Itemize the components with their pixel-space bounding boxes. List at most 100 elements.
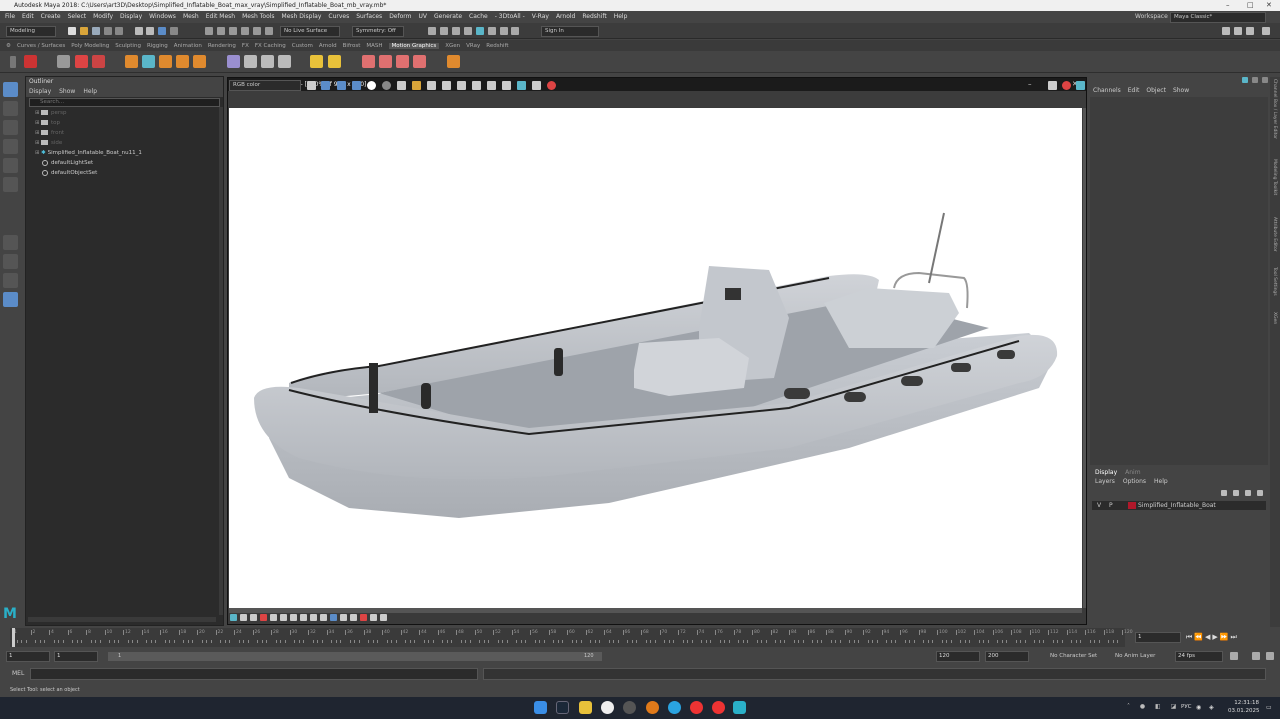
vfb-bottom-icon[interactable] [340,614,347,621]
shelf-tab-rendering[interactable]: Rendering [208,43,236,49]
cube-node-icon[interactable] [193,55,206,68]
vfb-stop-icon[interactable] [547,81,556,90]
vfb-bottom-icon[interactable] [310,614,317,621]
sign-in-button[interactable]: Sign In [541,26,599,37]
snap-point-icon[interactable] [229,27,237,35]
menu-modify[interactable]: Modify [93,13,113,20]
menu-uv[interactable]: UV [419,13,428,20]
list-icon[interactable] [57,55,70,68]
shelf-tab-custom[interactable]: Custom [292,43,313,49]
outliner-hscrollbar[interactable] [28,617,216,622]
anim-prefs-icon[interactable] [1266,652,1274,660]
vfb-region-icon[interactable] [472,81,481,90]
spring-icon[interactable] [278,55,291,68]
current-frame-field[interactable]: 1 [1135,632,1181,643]
brush-icon[interactable] [396,55,409,68]
layer-color-swatch[interactable] [1128,502,1136,509]
layer-visibility-toggle[interactable]: V [1097,501,1101,510]
vfb-save-image-icon[interactable] [397,81,406,90]
vfb-abort-icon[interactable] [1062,81,1071,90]
channelbox-menu-channels[interactable]: Channels [1093,87,1121,94]
scale-tool-icon[interactable] [3,177,18,192]
snap-surface-icon[interactable] [253,27,261,35]
notification-icon[interactable]: ▭ [1266,704,1272,711]
select-object-icon[interactable] [146,27,154,35]
outliner-menu-display[interactable]: Display [29,88,51,95]
unreal-icon[interactable] [601,701,614,714]
four-view-icon[interactable] [3,254,18,269]
channelbox-menu-edit[interactable]: Edit [1128,87,1140,94]
vfb-bottom-icon[interactable] [380,614,387,621]
layer-tab-display[interactable]: Display [1095,469,1117,476]
vfb-bottom-icon[interactable] [280,614,287,621]
maximize-icon[interactable]: □ [1247,0,1254,11]
playback-start-field[interactable]: 1 [54,651,98,662]
outliner-item[interactable]: ⊞✱ Simplified_Inflatable_Boat_nu11_1 [26,148,223,158]
vfb-bottom-icon[interactable] [320,614,327,621]
vfb-bottom-icon[interactable] [330,614,337,621]
undo-icon[interactable] [104,27,112,35]
side-tab-channel-box-layer-editor[interactable]: Channel Box / Layer Editor [1272,79,1277,139]
shelf-tab-arnold[interactable]: Arnold [319,43,337,49]
vfb-lens-effects-icon[interactable] [1048,81,1057,90]
menu-help[interactable]: Help [614,13,628,20]
menu-edit[interactable]: Edit [22,13,34,20]
side-tab-attribute-editor[interactable]: Attribute Editor [1272,217,1277,252]
render-canvas[interactable] [229,108,1082,608]
time-slider[interactable]: 1 2 4 6 8 10 12 14 16 18 20 22 24 26 28 30 32 34 36 38 40 42 4… [0,628,1280,647]
move-tool-icon[interactable] [3,139,18,154]
vfb-minimize-icon[interactable]: – [1028,78,1032,91]
menu-select[interactable]: Select [68,13,87,20]
curve-node-icon[interactable] [142,55,155,68]
menu-file[interactable]: File [5,13,15,20]
outliner-menu-show[interactable]: Show [59,88,75,95]
vfb-alpha-icon[interactable] [367,81,376,90]
deformer-icon[interactable] [227,55,240,68]
toggle-channel-box-icon[interactable] [1262,27,1270,35]
menu-create[interactable]: Create [41,13,61,20]
minimize-icon[interactable]: – [1226,0,1230,11]
side-tab-xgen[interactable]: XGen [1272,312,1277,324]
render-settings-icon[interactable] [464,27,472,35]
particle-icon[interactable] [362,55,375,68]
live-surface-field[interactable]: No Live Surface [280,26,340,37]
vfb-green-channel-icon[interactable] [337,81,346,90]
new-layer-selected-icon[interactable] [1257,490,1263,496]
vfb-bottom-icon[interactable] [240,614,247,621]
outliner-item[interactable]: defaultObjectSet [26,168,223,178]
shelf-tab-fx-caching[interactable]: FX Caching [255,43,286,49]
menu-curves[interactable]: Curves [328,13,349,20]
shelf-tab-animation[interactable]: Animation [174,43,202,49]
shelf-menu-icon[interactable] [10,56,16,68]
app-icon[interactable] [623,701,636,714]
vfb-render-region-icon[interactable] [517,81,526,90]
vfb-bottom-icon[interactable] [350,614,357,621]
open-scene-icon[interactable] [80,27,88,35]
shelf-tab-mash[interactable]: MASH [366,43,382,49]
save-scene-icon[interactable] [92,27,100,35]
channelbox-menu-show[interactable]: Show [1173,87,1189,94]
vfb-bottom-icon[interactable] [270,614,277,621]
select-component-icon[interactable] [158,27,166,35]
playback-end-field[interactable]: 120 [936,651,980,662]
side-tab-modeling-toolkit[interactable]: Modeling Toolkit [1272,159,1277,195]
vfb-bottom-icon[interactable] [370,614,377,621]
vfb-save-icon[interactable] [307,81,316,90]
menu-deform[interactable]: Deform [389,13,411,20]
current-time-marker[interactable] [12,628,15,647]
outliner-scrollbar[interactable] [219,107,223,615]
channelbox-menu-object[interactable]: Object [1146,87,1166,94]
language-indicator[interactable]: РУС [1181,704,1192,710]
menu-display[interactable]: Display [120,13,142,20]
vfb-copy-icon[interactable] [427,81,436,90]
fps-select[interactable]: 24 fps [1175,651,1223,662]
hypershade-icon[interactable] [476,27,484,35]
playback-controls[interactable]: ⏮⏪◀▶⏩⏭ [1186,633,1239,642]
command-input[interactable] [30,668,478,680]
shirt-icon[interactable] [379,55,392,68]
layer-menu-layers[interactable]: Layers [1095,478,1115,485]
layer-tab-anim[interactable]: Anim [1125,469,1140,476]
vfb-mono-icon[interactable] [382,81,391,90]
clock-date[interactable]: 03.01.2025 [1228,708,1260,714]
svg-tool-icon[interactable] [92,55,105,68]
